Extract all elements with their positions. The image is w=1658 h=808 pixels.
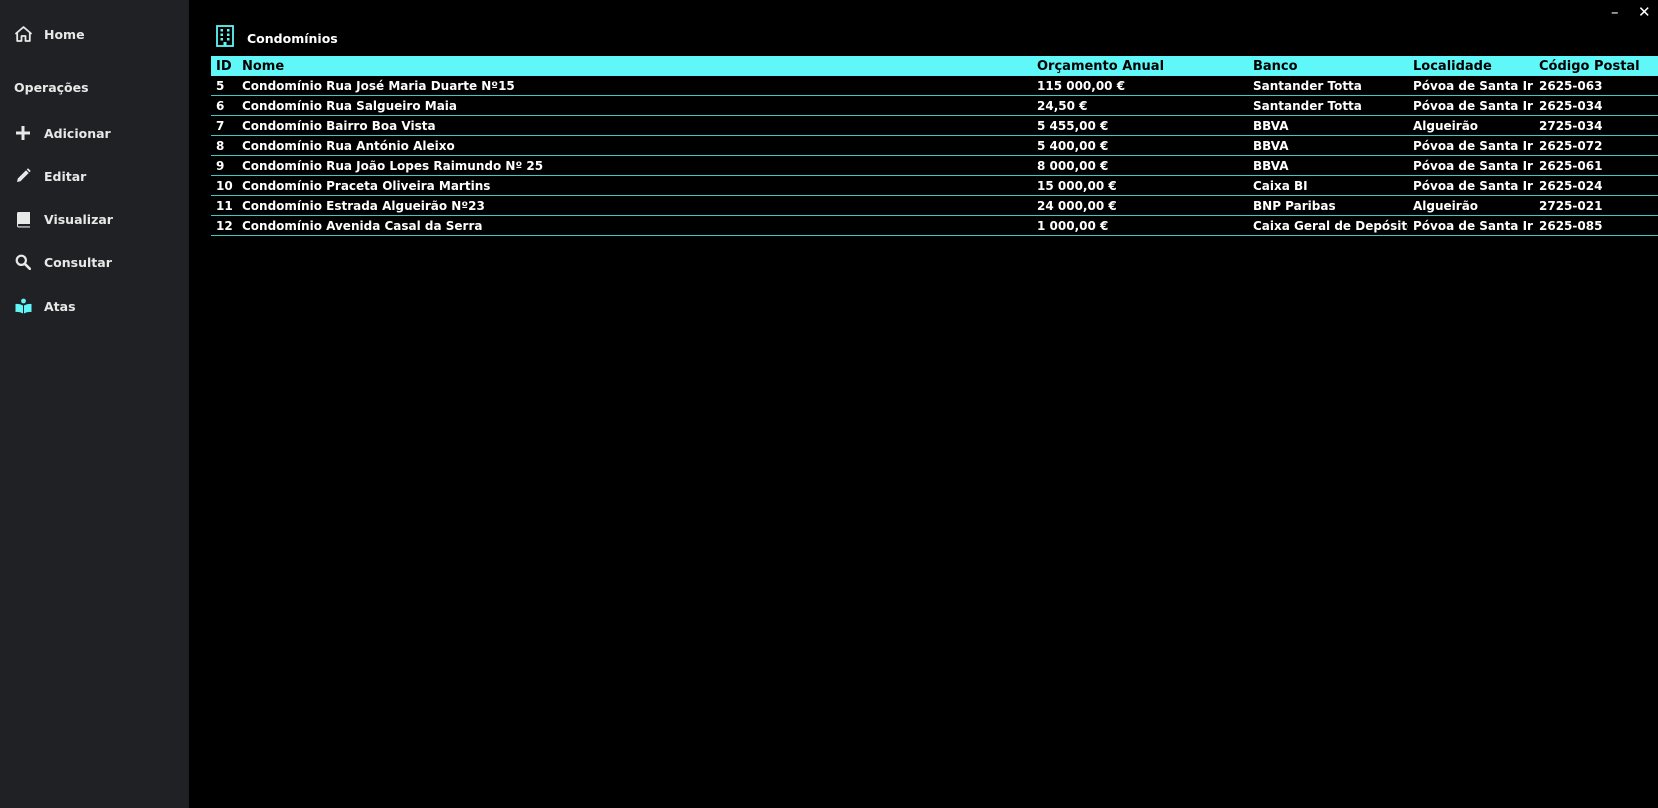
sidebar-item-label: Atas bbox=[44, 298, 76, 314]
table-row[interactable]: 10 Condomínio Praceta Oliveira Martins 1… bbox=[211, 175, 1658, 196]
cell-orcamento: 24,50 € bbox=[1032, 95, 1248, 116]
sidebar-item-atas[interactable]: Atas bbox=[14, 294, 76, 318]
sidebar-item-label: Editar bbox=[44, 168, 87, 184]
sidebar-item-label: Adicionar bbox=[44, 125, 111, 141]
section-title-operacoes: Operações bbox=[14, 80, 89, 95]
cell-localidade: Póvoa de Santa Iria bbox=[1408, 76, 1534, 96]
plus-icon bbox=[14, 124, 32, 142]
cell-codigo-postal: 2625-072 bbox=[1534, 135, 1658, 156]
cell-nome: Condomínio Avenida Casal da Serra bbox=[237, 215, 1032, 236]
cell-nome: Condomínio Rua João Lopes Raimundo Nº 25 bbox=[237, 155, 1032, 176]
sidebar-item-adicionar[interactable]: Adicionar bbox=[14, 121, 111, 145]
cell-codigo-postal: 2625-063 bbox=[1534, 76, 1658, 96]
home-icon bbox=[14, 25, 32, 43]
cell-orcamento: 24 000,00 € bbox=[1032, 195, 1248, 216]
cell-nome: Condomínio Rua José Maria Duarte Nº15 bbox=[237, 76, 1032, 96]
cell-nome: Condomínio Rua António Aleixo bbox=[237, 135, 1032, 156]
cell-id: 8 bbox=[211, 135, 237, 156]
cell-codigo-postal: 2625-061 bbox=[1534, 155, 1658, 176]
cell-banco: BBVA bbox=[1248, 155, 1408, 176]
cell-localidade: Póvoa de Santa Iria bbox=[1408, 155, 1534, 176]
cell-id: 6 bbox=[211, 95, 237, 116]
cell-banco: BNP Paribas bbox=[1248, 195, 1408, 216]
sidebar-item-home[interactable]: Home bbox=[14, 22, 85, 46]
minimize-button[interactable]: – bbox=[1611, 2, 1619, 22]
cell-codigo-postal: 2725-034 bbox=[1534, 115, 1658, 136]
cell-id: 12 bbox=[211, 215, 237, 236]
cell-nome: Condomínio Praceta Oliveira Martins bbox=[237, 175, 1032, 196]
open-book-icon bbox=[14, 297, 32, 315]
table-header-row: ID Nome Orçamento Anual Banco Localidade… bbox=[211, 56, 1658, 76]
table-row[interactable]: 9 Condomínio Rua João Lopes Raimundo Nº … bbox=[211, 155, 1658, 176]
cell-localidade: Póvoa de Santa Iria bbox=[1408, 135, 1534, 156]
cell-localidade: Póvoa de Santa Iria bbox=[1408, 95, 1534, 116]
cell-localidade: Algueirão bbox=[1408, 115, 1534, 136]
sidebar-item-visualizar[interactable]: Visualizar bbox=[14, 207, 113, 231]
sidebar-item-consultar[interactable]: Consultar bbox=[14, 250, 112, 274]
sidebar-item-label: Consultar bbox=[44, 254, 112, 270]
cell-nome: Condomínio Bairro Boa Vista bbox=[237, 115, 1032, 136]
cell-nome: Condomínio Estrada Algueirão Nº23 bbox=[237, 195, 1032, 216]
cell-orcamento: 8 000,00 € bbox=[1032, 155, 1248, 176]
cell-id: 11 bbox=[211, 195, 237, 216]
book-icon bbox=[14, 210, 32, 228]
cell-orcamento: 15 000,00 € bbox=[1032, 175, 1248, 196]
cell-localidade: Póvoa de Santa Iria bbox=[1408, 175, 1534, 196]
cell-localidade: Póvoa de Santa Iria bbox=[1408, 215, 1534, 236]
cell-orcamento: 5 455,00 € bbox=[1032, 115, 1248, 136]
cell-banco: Caixa Geral de Depósitos bbox=[1248, 215, 1408, 236]
cell-banco: Santander Totta bbox=[1248, 76, 1408, 96]
building-icon bbox=[215, 25, 235, 51]
cell-id: 10 bbox=[211, 175, 237, 196]
condominios-table: ID Nome Orçamento Anual Banco Localidade… bbox=[211, 56, 1658, 236]
column-header-nome[interactable]: Nome bbox=[237, 56, 1032, 76]
cell-nome: Condomínio Rua Salgueiro Maia bbox=[237, 95, 1032, 116]
sidebar-item-editar[interactable]: Editar bbox=[14, 164, 86, 188]
sidebar-item-label: Visualizar bbox=[44, 211, 113, 227]
table-row[interactable]: 6 Condomínio Rua Salgueiro Maia 24,50 € … bbox=[211, 95, 1658, 116]
cell-orcamento: 5 400,00 € bbox=[1032, 135, 1248, 156]
sidebar: Home Operações Adicionar Editar Visualiz… bbox=[0, 0, 189, 808]
cell-id: 9 bbox=[211, 155, 237, 176]
column-header-localidade[interactable]: Localidade bbox=[1408, 56, 1534, 76]
table-row[interactable]: 5 Condomínio Rua José Maria Duarte Nº15 … bbox=[211, 76, 1658, 96]
close-button[interactable]: ✕ bbox=[1638, 2, 1651, 22]
app-window: Home Operações Adicionar Editar Visualiz… bbox=[0, 0, 1658, 808]
table-row[interactable]: 11 Condomínio Estrada Algueirão Nº23 24 … bbox=[211, 195, 1658, 216]
cell-codigo-postal: 2625-024 bbox=[1534, 175, 1658, 196]
search-icon bbox=[14, 253, 32, 271]
cell-codigo-postal: 2625-085 bbox=[1534, 215, 1658, 236]
cell-banco: BBVA bbox=[1248, 135, 1408, 156]
page-header: Condomínios bbox=[215, 25, 338, 51]
column-header-orcamento[interactable]: Orçamento Anual bbox=[1032, 56, 1248, 76]
page-title: Condomínios bbox=[247, 30, 338, 46]
cell-id: 7 bbox=[211, 115, 237, 136]
cell-id: 5 bbox=[211, 76, 237, 96]
pencil-icon bbox=[14, 167, 32, 185]
cell-banco: Caixa BI bbox=[1248, 175, 1408, 196]
table-row[interactable]: 7 Condomínio Bairro Boa Vista 5 455,00 €… bbox=[211, 115, 1658, 136]
column-header-codigo-postal[interactable]: Código Postal bbox=[1534, 56, 1658, 76]
cell-localidade: Algueirão bbox=[1408, 195, 1534, 216]
cell-orcamento: 1 000,00 € bbox=[1032, 215, 1248, 236]
cell-orcamento: 115 000,00 € bbox=[1032, 76, 1248, 96]
cell-codigo-postal: 2625-034 bbox=[1534, 95, 1658, 116]
column-header-banco[interactable]: Banco bbox=[1248, 56, 1408, 76]
cell-codigo-postal: 2725-021 bbox=[1534, 195, 1658, 216]
table-row[interactable]: 12 Condomínio Avenida Casal da Serra 1 0… bbox=[211, 215, 1658, 236]
column-header-id[interactable]: ID bbox=[211, 56, 237, 76]
sidebar-item-label: Home bbox=[44, 26, 85, 42]
cell-banco: BBVA bbox=[1248, 115, 1408, 136]
table-row[interactable]: 8 Condomínio Rua António Aleixo 5 400,00… bbox=[211, 135, 1658, 156]
cell-banco: Santander Totta bbox=[1248, 95, 1408, 116]
